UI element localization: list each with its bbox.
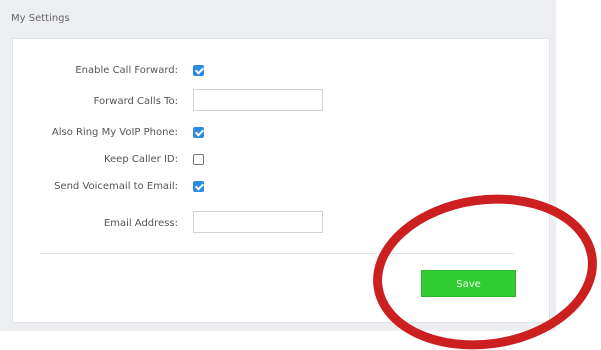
email-address-input[interactable]: [193, 211, 323, 233]
form-divider: [40, 253, 514, 254]
row-also-ring-voip: Also Ring My VoIP Phone:: [13, 126, 549, 146]
send-voicemail-email-label: Send Voicemail to Email:: [54, 181, 178, 192]
row-send-voicemail-email: Send Voicemail to Email:: [13, 180, 549, 200]
page-title: My Settings: [11, 13, 70, 24]
keep-caller-id-checkbox[interactable]: [193, 154, 204, 165]
also-ring-voip-label: Also Ring My VoIP Phone:: [51, 127, 178, 138]
forward-calls-to-input[interactable]: [193, 89, 323, 111]
enable-call-forward-checkbox[interactable]: [193, 65, 204, 76]
row-keep-caller-id: Keep Caller ID:: [13, 153, 549, 173]
send-voicemail-email-checkbox[interactable]: [193, 181, 204, 192]
enable-call-forward-label: Enable Call Forward:: [75, 65, 178, 76]
also-ring-voip-checkbox[interactable]: [193, 127, 204, 138]
row-forward-calls-to: Forward Calls To:: [13, 89, 549, 111]
keep-caller-id-label: Keep Caller ID:: [103, 154, 178, 165]
row-email-address: Email Address:: [13, 211, 549, 233]
email-address-label: Email Address:: [103, 218, 178, 229]
row-enable-call-forward: Enable Call Forward:: [13, 64, 549, 84]
forward-calls-to-label: Forward Calls To:: [93, 96, 178, 107]
save-button[interactable]: Save: [421, 270, 516, 297]
page-bottom-margin: [0, 331, 601, 350]
